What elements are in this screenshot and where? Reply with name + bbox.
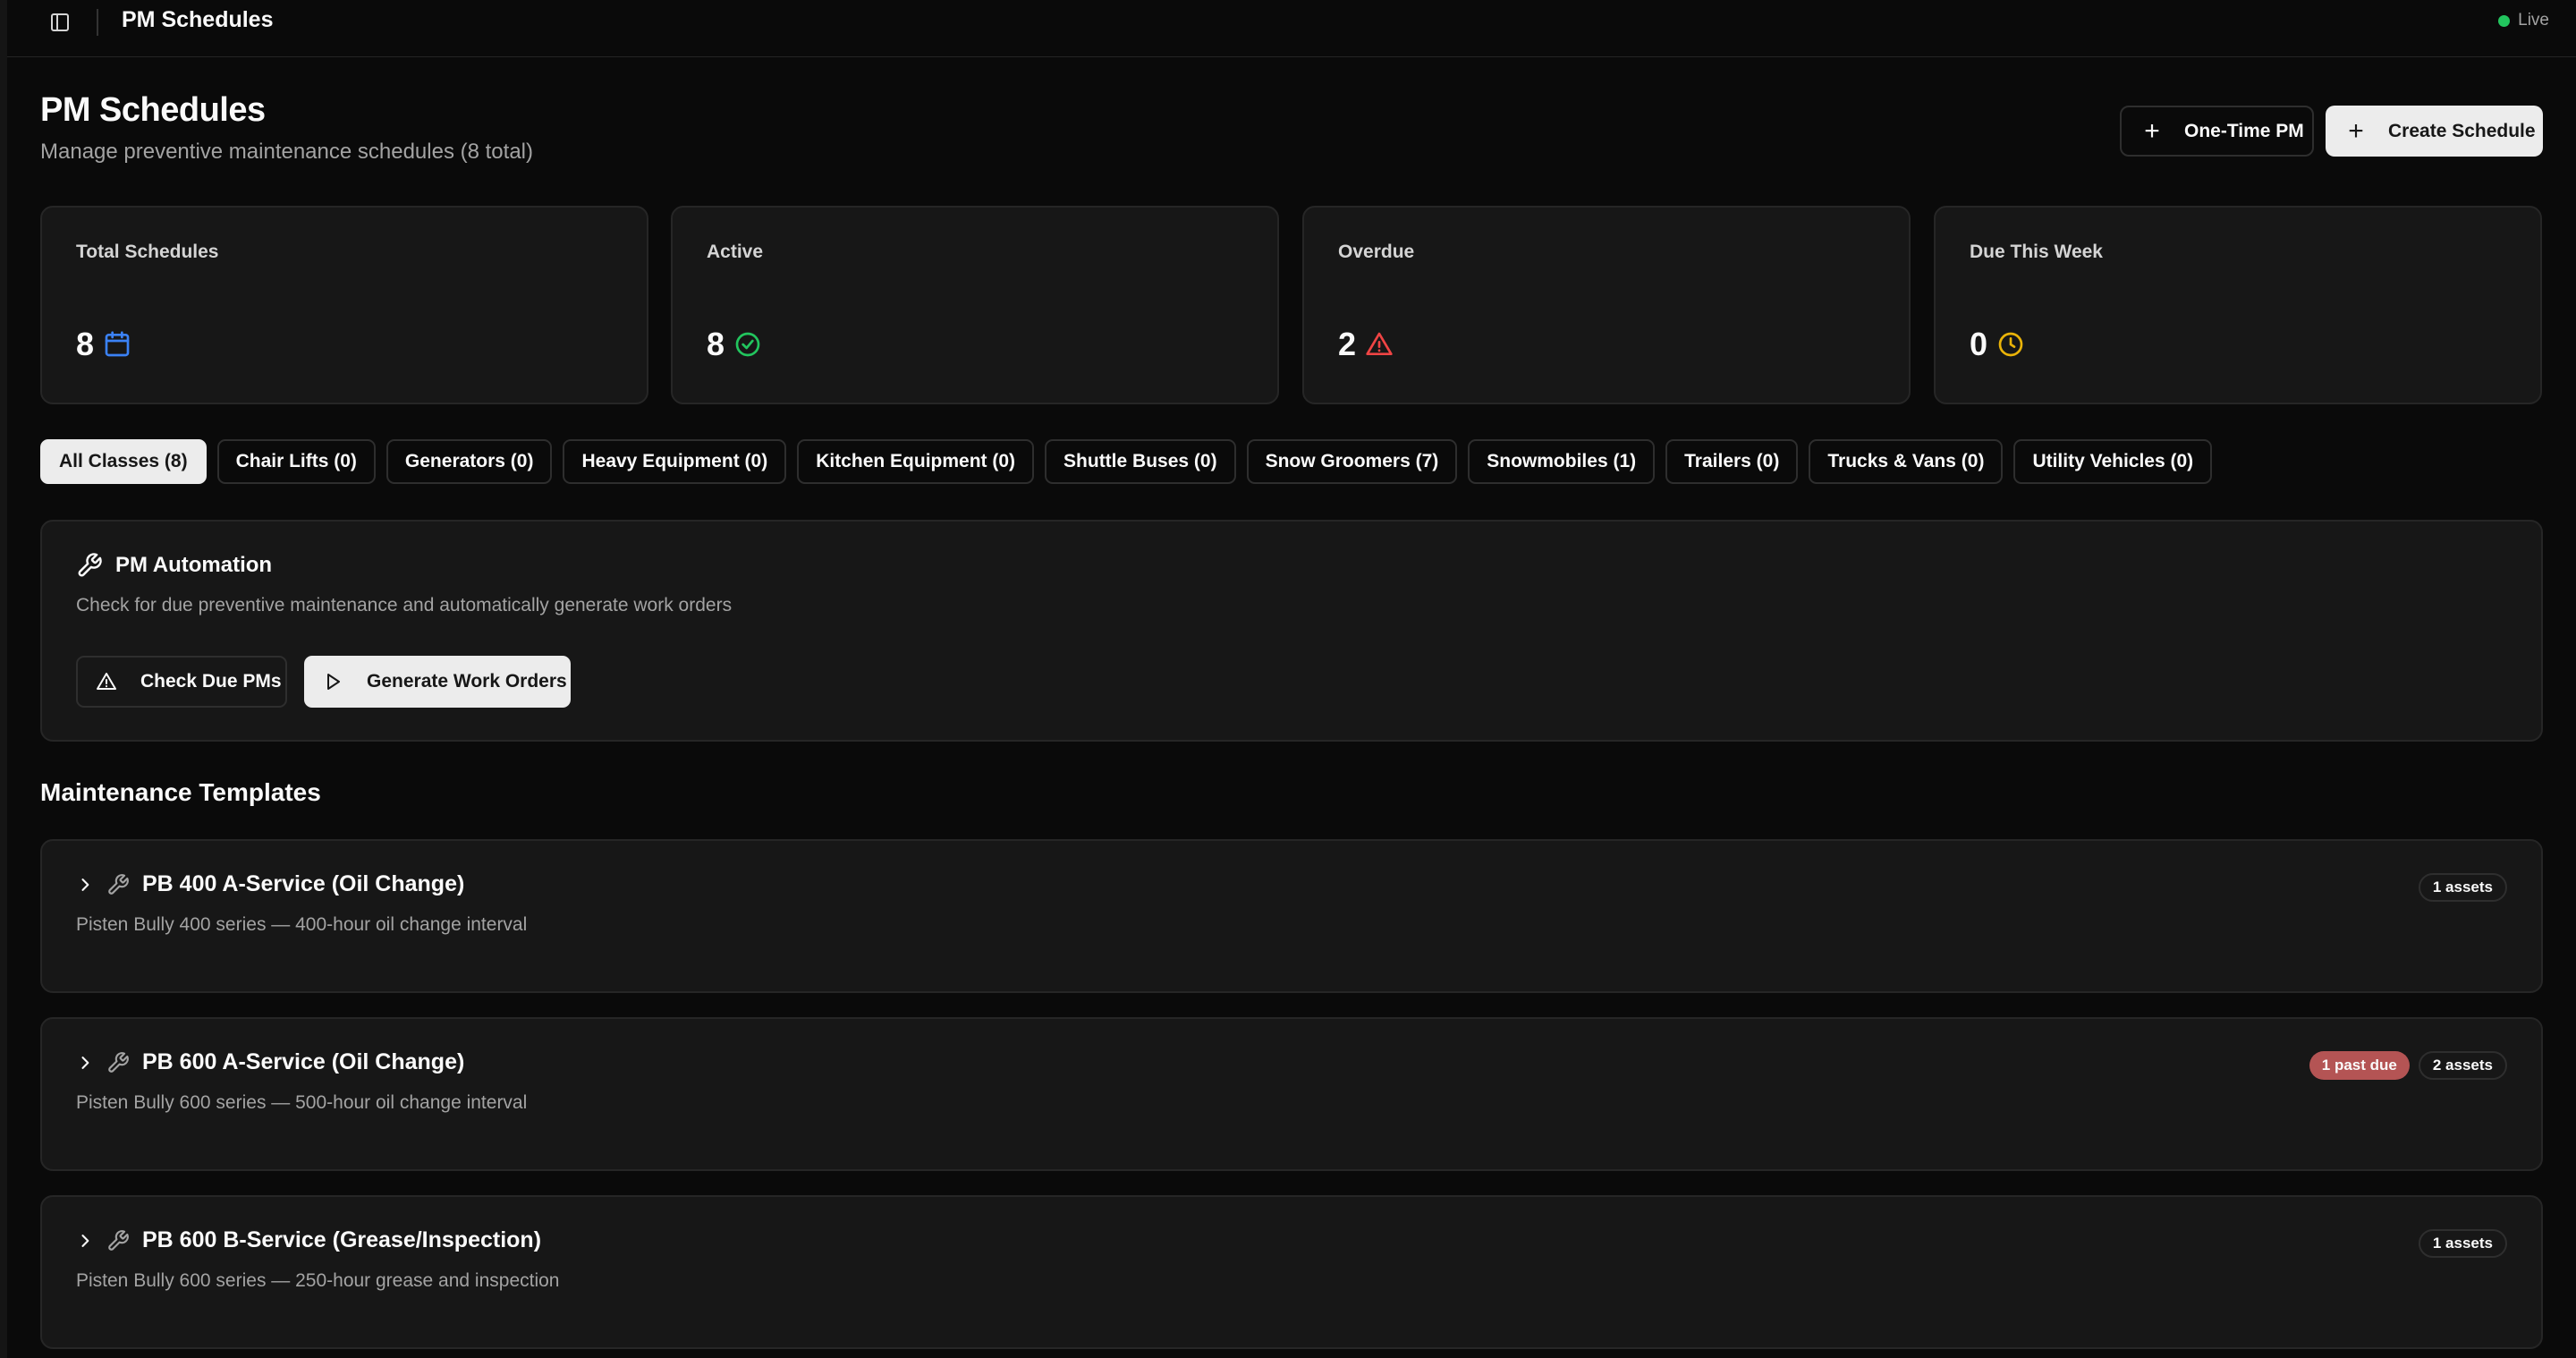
tab-snow-groomers[interactable]: Snow Groomers (7) — [1246, 439, 1458, 484]
one-time-pm-button[interactable]: + One-Time PM — [2120, 106, 2314, 157]
stat-value: 0 — [1970, 326, 1988, 362]
topbar-separator — [97, 9, 98, 36]
stat-value: 8 — [707, 326, 725, 362]
stat-label: Overdue — [1338, 242, 1415, 262]
wrench-icon — [106, 873, 131, 896]
pm-automation-card: PM Automation Check for due preventive m… — [40, 520, 2543, 742]
template-card[interactable]: PB 600 B-Service (Grease/Inspection) Pis… — [40, 1195, 2543, 1349]
top-bar: PM Schedules Live — [7, 0, 2576, 57]
template-description: Pisten Bully 400 series — 400-hour oil c… — [76, 914, 528, 935]
template-description: Pisten Bully 600 series — 250-hour greas… — [76, 1270, 560, 1291]
clock-icon — [1996, 330, 2025, 359]
stat-card-overdue: Overdue 2 — [1302, 206, 1911, 404]
template-card[interactable]: PB 600 A-Service (Oil Change) Pisten Bul… — [40, 1017, 2543, 1171]
stat-value: 2 — [1338, 326, 1357, 362]
tab-snowmobiles[interactable]: Snowmobiles (1) — [1468, 439, 1656, 484]
sidebar-edge — [0, 0, 7, 1358]
stat-card-due-this-week: Due This Week 0 — [1934, 206, 2542, 404]
stat-label: Due This Week — [1970, 242, 2103, 262]
create-schedule-label: Create Schedule — [2388, 120, 2536, 141]
tab-trailers[interactable]: Trailers (0) — [1665, 439, 1799, 484]
assets-badge: 1 assets — [2418, 873, 2507, 902]
tab-chair-lifts[interactable]: Chair Lifts (0) — [216, 439, 376, 484]
generate-work-orders-label: Generate Work Orders — [367, 671, 567, 692]
chevron-right-icon[interactable] — [76, 876, 94, 894]
calendar-icon — [103, 330, 131, 359]
assets-badge: 1 assets — [2418, 1229, 2507, 1258]
page-subtitle: Manage preventive maintenance schedules … — [40, 140, 533, 164]
tab-all-classes[interactable]: All Classes (8) — [40, 439, 207, 484]
tab-heavy-equipment[interactable]: Heavy Equipment (0) — [563, 439, 787, 484]
stat-value: 8 — [76, 326, 95, 362]
chevron-right-icon[interactable] — [76, 1054, 94, 1072]
check-due-pms-button[interactable]: Check Due PMs — [76, 656, 287, 708]
assets-badge: 2 assets — [2418, 1051, 2507, 1080]
tab-trucks-vans[interactable]: Trucks & Vans (0) — [1809, 439, 2004, 484]
alert-triangle-icon — [96, 671, 117, 692]
check-circle-icon — [733, 330, 762, 359]
play-icon — [322, 671, 343, 692]
tab-generators[interactable]: Generators (0) — [386, 439, 553, 484]
plus-icon: + — [2144, 115, 2160, 146]
tab-utility-vehicles[interactable]: Utility Vehicles (0) — [2013, 439, 2213, 484]
stat-card-total: Total Schedules 8 — [40, 206, 648, 404]
live-label: Live — [2518, 11, 2549, 30]
pm-automation-description: Check for due preventive maintenance and… — [76, 595, 733, 615]
template-card[interactable]: PB 400 A-Service (Oil Change) Pisten Bul… — [40, 839, 2543, 993]
sidebar-toggle-icon[interactable] — [45, 9, 75, 36]
generate-work-orders-button[interactable]: Generate Work Orders — [304, 656, 571, 708]
page-title: PM Schedules — [40, 91, 266, 129]
pm-automation-title: PM Automation — [115, 553, 273, 577]
live-indicator: Live — [2498, 11, 2549, 30]
maintenance-templates-title: Maintenance Templates — [40, 778, 321, 806]
past-due-badge: 1 past due — [2309, 1051, 2410, 1080]
template-name: PB 400 A-Service (Oil Change) — [142, 871, 465, 896]
wrench-icon — [76, 552, 103, 579]
stat-label: Active — [707, 242, 764, 262]
wrench-icon — [106, 1051, 131, 1074]
check-due-pms-label: Check Due PMs — [140, 671, 282, 692]
wrench-icon — [106, 1229, 131, 1252]
template-description: Pisten Bully 600 series — 500-hour oil c… — [76, 1092, 528, 1113]
tab-kitchen-equipment[interactable]: Kitchen Equipment (0) — [797, 439, 1035, 484]
create-schedule-button[interactable]: + Create Schedule — [2326, 106, 2543, 157]
topbar-title: PM Schedules — [122, 7, 274, 32]
tab-shuttle-buses[interactable]: Shuttle Buses (0) — [1045, 439, 1236, 484]
plus-icon: + — [2348, 115, 2364, 146]
alert-triangle-icon — [1365, 330, 1394, 359]
one-time-pm-label: One-Time PM — [2184, 120, 2304, 141]
stat-card-active: Active 8 — [671, 206, 1279, 404]
chevron-right-icon[interactable] — [76, 1232, 94, 1250]
stat-label: Total Schedules — [76, 242, 219, 262]
class-filter-tabs: All Classes (8) Chair Lifts (0) Generato… — [40, 439, 2213, 484]
template-name: PB 600 A-Service (Oil Change) — [142, 1049, 465, 1074]
live-dot-icon — [2498, 14, 2511, 27]
template-name: PB 600 B-Service (Grease/Inspection) — [142, 1227, 542, 1252]
